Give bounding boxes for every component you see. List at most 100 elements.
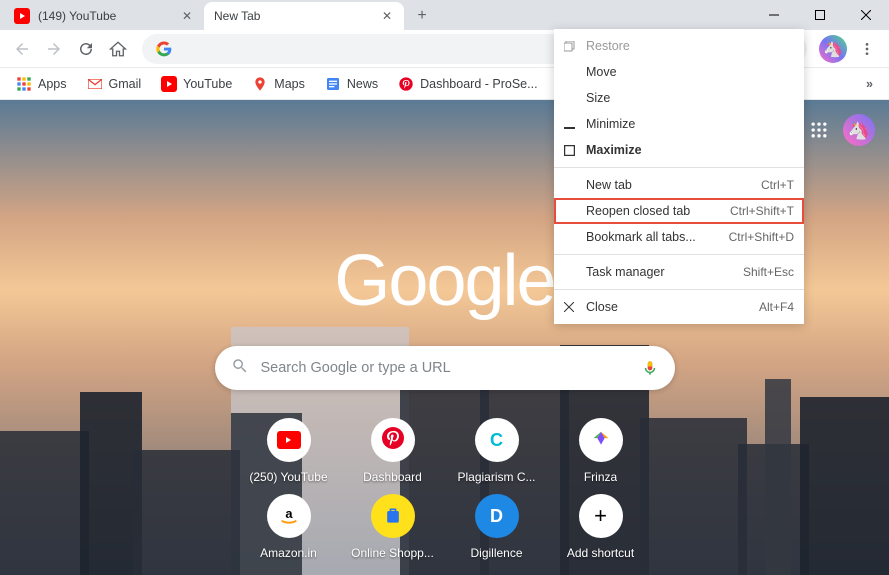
frinza-icon (579, 418, 623, 462)
tab-title: New Tab (214, 9, 380, 23)
menu-label: Task manager (586, 265, 743, 279)
menu-shortcut: Alt+F4 (759, 300, 794, 314)
search-box[interactable] (215, 346, 675, 390)
menu-label: Bookmark all tabs... (586, 230, 729, 244)
shortcut-add[interactable]: + Add shortcut (556, 494, 646, 560)
bookmark-gmail[interactable]: Gmail (79, 72, 150, 96)
shortcuts-grid: (250) YouTube Dashboard CPlagiarism C...… (244, 418, 646, 560)
menu-label: Maximize (586, 143, 794, 157)
bookmark-dashboard[interactable]: Dashboard - ProSe... (390, 72, 545, 96)
shortcut-label: Amazon.in (260, 546, 317, 560)
shortcut-amazon[interactable]: a Amazon.in (244, 494, 334, 560)
window-controls (751, 0, 889, 30)
search-input[interactable] (261, 360, 641, 376)
bookmark-label: Apps (38, 77, 67, 91)
shortcut-label: (250) YouTube (249, 470, 327, 484)
apps-icon (16, 76, 32, 92)
amazon-icon: a (267, 494, 311, 538)
menu-item-reopen-closed-tab[interactable]: Reopen closed tab Ctrl+Shift+T (554, 198, 804, 224)
window-context-menu: Restore Move Size Minimize Maximize New … (554, 29, 804, 324)
gmail-icon (87, 76, 103, 92)
bookmarks-overflow-button[interactable]: » (858, 73, 881, 95)
tab-youtube[interactable]: (149) YouTube ✕ (4, 2, 204, 30)
tab-strip: (149) YouTube ✕ New Tab ✕ + (4, 0, 436, 30)
shortcut-frinza[interactable]: Frinza (556, 418, 646, 484)
maps-icon (252, 76, 268, 92)
tab-title: (149) YouTube (38, 9, 180, 23)
minimize-icon (562, 117, 576, 131)
menu-label: Size (586, 91, 794, 105)
svg-text:a: a (285, 506, 293, 521)
menu-item-close[interactable]: Close Alt+F4 (554, 294, 804, 320)
reload-button[interactable] (70, 33, 102, 65)
shortcut-flipkart[interactable]: Online Shopp... (348, 494, 438, 560)
search-icon (231, 357, 249, 380)
close-icon[interactable]: ✕ (180, 9, 194, 23)
news-icon (325, 76, 341, 92)
bookmark-label: YouTube (183, 77, 232, 91)
home-button[interactable] (102, 33, 134, 65)
flipkart-icon (371, 494, 415, 538)
menu-separator (554, 289, 804, 290)
menu-shortcut: Ctrl+Shift+T (730, 204, 794, 218)
menu-item-maximize[interactable]: Maximize (554, 137, 804, 163)
close-button[interactable] (843, 0, 889, 30)
menu-separator (554, 167, 804, 168)
plus-icon: + (579, 494, 623, 538)
shortcut-digillence[interactable]: D Digillence (452, 494, 542, 560)
maximize-icon (562, 143, 576, 157)
menu-label: Restore (586, 39, 794, 53)
letter-icon: D (475, 494, 519, 538)
close-icon (562, 300, 576, 314)
new-tab-button[interactable]: + (408, 2, 436, 30)
youtube-icon (14, 8, 30, 24)
google-icon (156, 41, 172, 57)
menu-label: Reopen closed tab (586, 204, 730, 218)
menu-label: New tab (586, 178, 761, 192)
menu-item-restore: Restore (554, 33, 804, 59)
chrome-menu-button[interactable] (851, 33, 883, 65)
shortcut-dashboard[interactable]: Dashboard (348, 418, 438, 484)
menu-item-size[interactable]: Size (554, 85, 804, 111)
menu-label: Minimize (586, 117, 794, 131)
tab-new-tab[interactable]: New Tab ✕ (204, 2, 404, 30)
apps-button[interactable]: Apps (8, 72, 75, 96)
shortcut-label: Digillence (470, 546, 522, 560)
bookmark-label: News (347, 77, 378, 91)
shortcut-label: Dashboard (363, 470, 422, 484)
youtube-icon (277, 431, 301, 449)
menu-item-minimize[interactable]: Minimize (554, 111, 804, 137)
youtube-icon (161, 76, 177, 92)
bookmark-label: Gmail (109, 77, 142, 91)
maximize-button[interactable] (797, 0, 843, 30)
minimize-button[interactable] (751, 0, 797, 30)
menu-shortcut: Ctrl+T (761, 178, 794, 192)
mic-icon[interactable] (641, 359, 659, 377)
back-button[interactable] (6, 33, 38, 65)
menu-item-new-tab[interactable]: New tab Ctrl+T (554, 172, 804, 198)
bookmark-news[interactable]: News (317, 72, 386, 96)
menu-item-task-manager[interactable]: Task manager Shift+Esc (554, 259, 804, 285)
pinterest-icon (381, 426, 405, 455)
bookmark-youtube[interactable]: YouTube (153, 72, 240, 96)
profile-avatar[interactable]: 🦄 (819, 35, 847, 63)
titlebar: (149) YouTube ✕ New Tab ✕ + (0, 0, 889, 30)
menu-item-bookmark-all-tabs[interactable]: Bookmark all tabs... Ctrl+Shift+D (554, 224, 804, 250)
google-logo: Google (334, 240, 554, 322)
close-icon[interactable]: ✕ (380, 9, 394, 23)
restore-icon (562, 39, 576, 53)
shortcut-label: Online Shopp... (351, 546, 434, 560)
menu-separator (554, 254, 804, 255)
menu-shortcut: Shift+Esc (743, 265, 794, 279)
menu-item-move[interactable]: Move (554, 59, 804, 85)
menu-label: Move (586, 65, 794, 79)
shortcut-label: Add shortcut (567, 546, 634, 560)
pinterest-icon (398, 76, 414, 92)
shortcut-label: Plagiarism C... (457, 470, 535, 484)
forward-button[interactable] (38, 33, 70, 65)
shortcut-youtube[interactable]: (250) YouTube (244, 418, 334, 484)
bookmark-maps[interactable]: Maps (244, 72, 313, 96)
shortcut-plagiarism[interactable]: CPlagiarism C... (452, 418, 542, 484)
shortcut-label: Frinza (584, 470, 617, 484)
menu-shortcut: Ctrl+Shift+D (729, 230, 794, 244)
